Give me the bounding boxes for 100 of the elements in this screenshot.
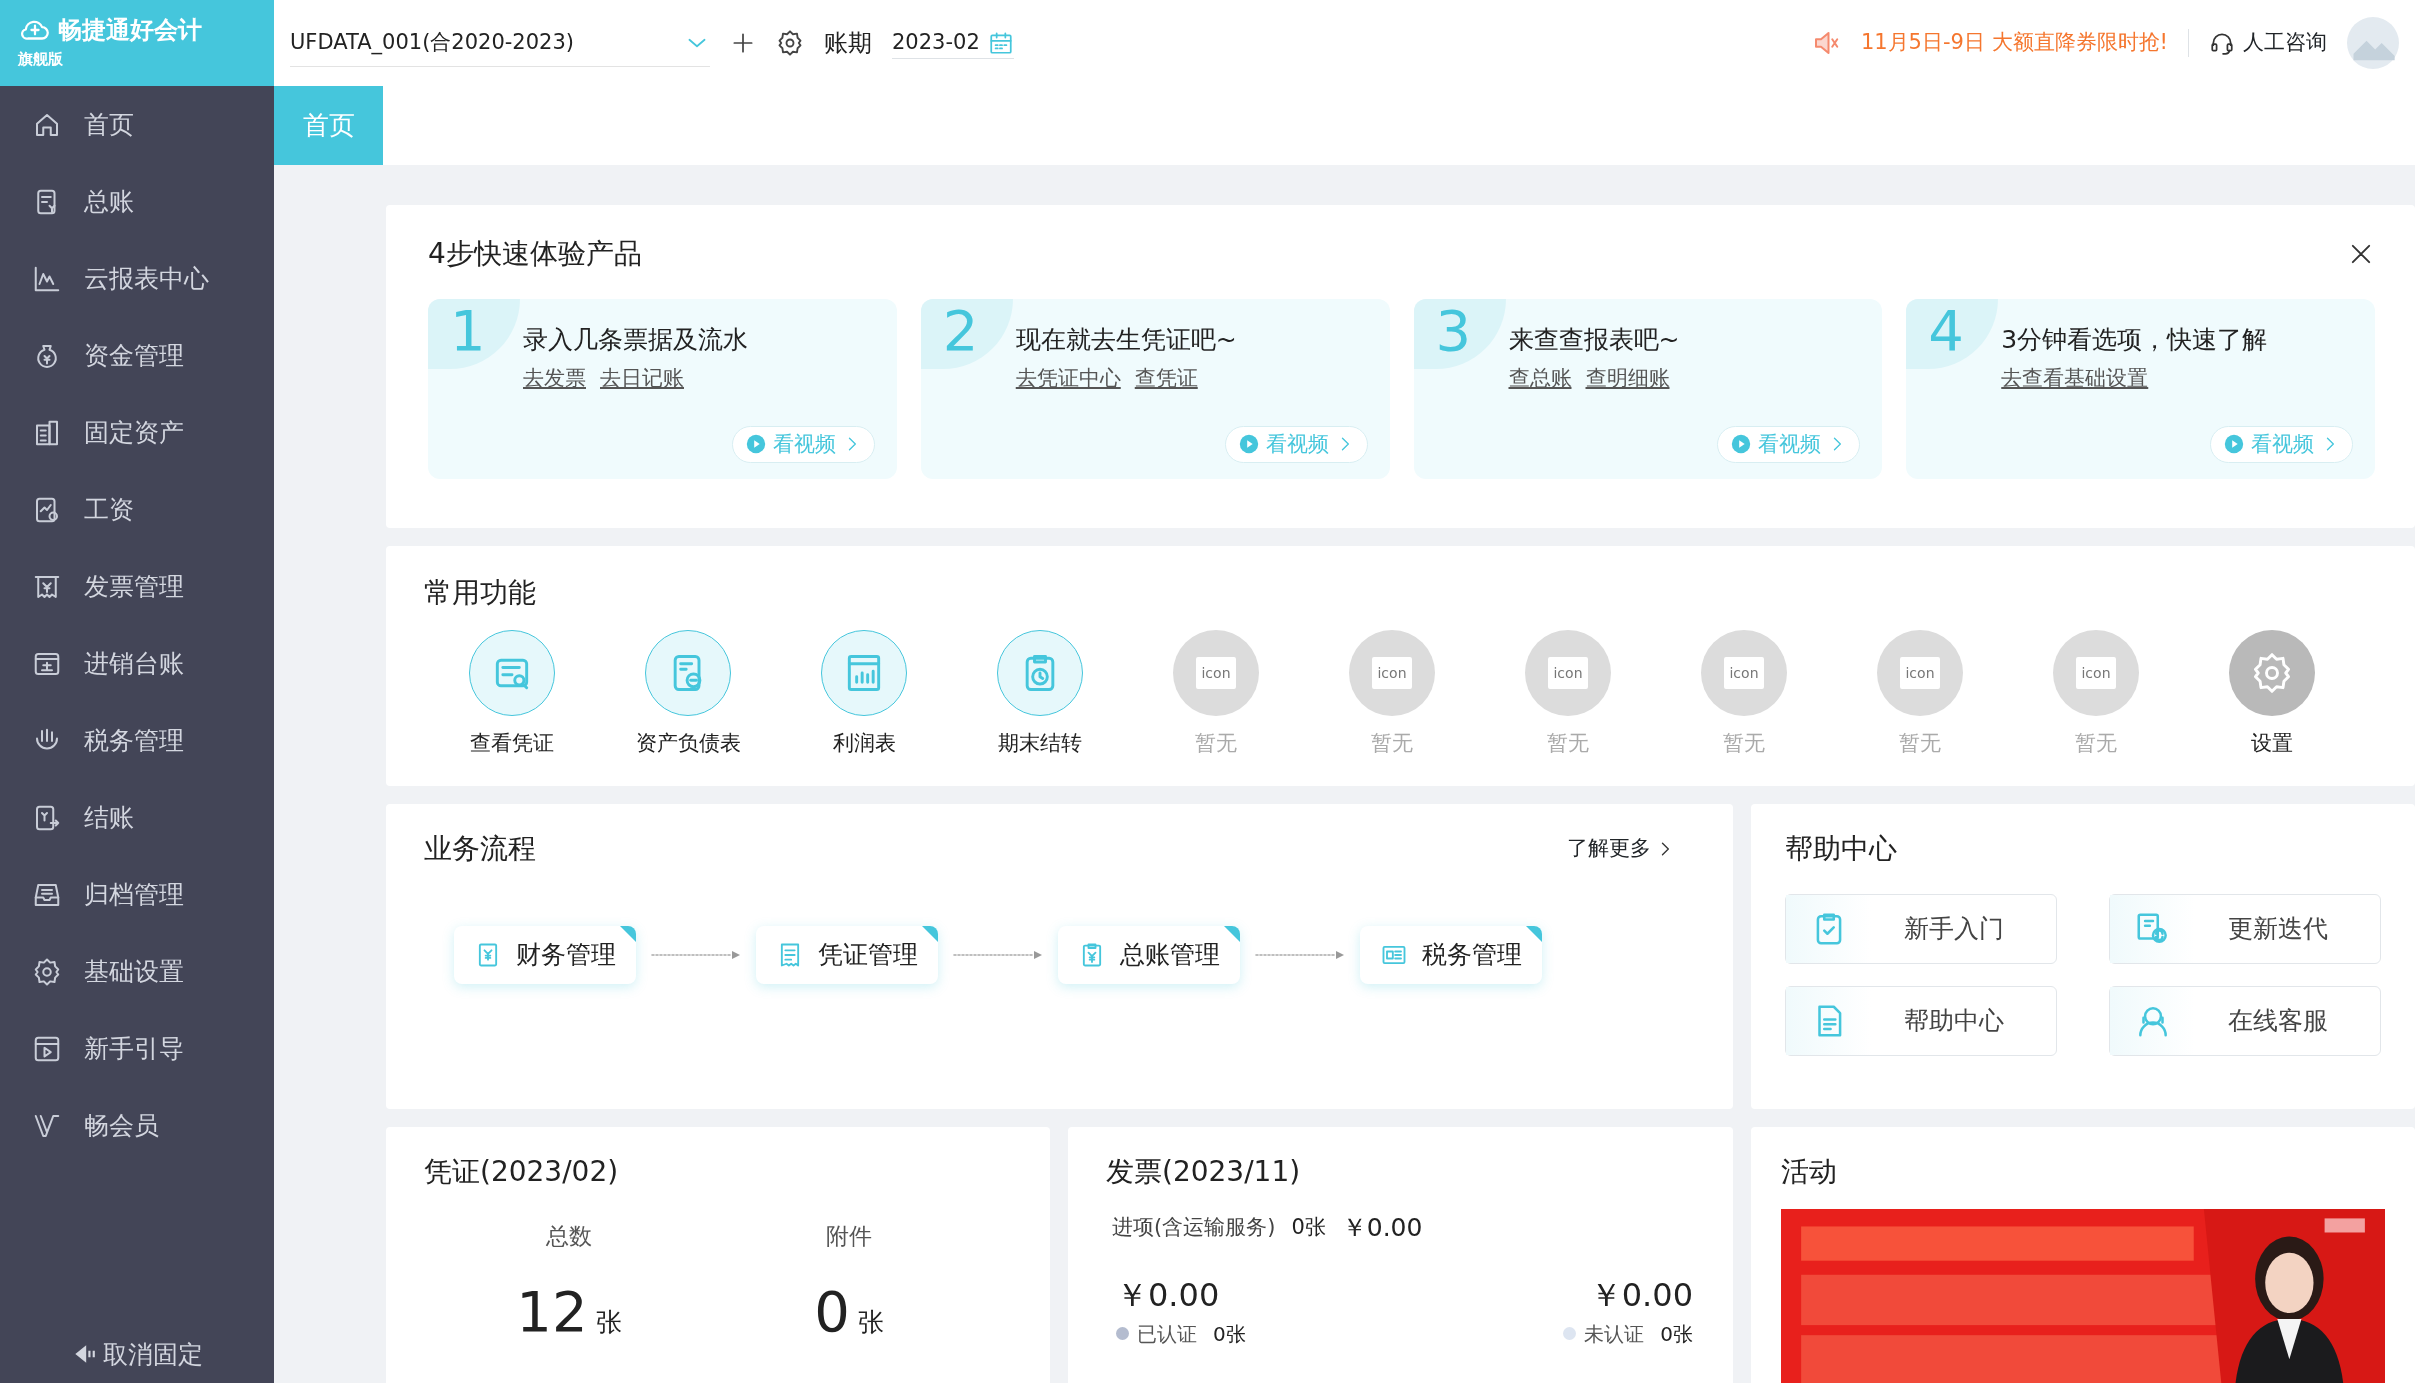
function-label: 暂无 xyxy=(1371,730,1413,757)
flow-node-label: 财务管理 xyxy=(516,939,616,971)
help-button[interactable]: 帮助中心 xyxy=(1785,986,2057,1056)
input-tax-label: 进项(含运输服务) xyxy=(1112,1214,1276,1241)
function-item[interactable]: 利润表 xyxy=(776,630,952,760)
function-label: 期末结转 xyxy=(998,730,1082,757)
step-number: 4 xyxy=(1906,299,1999,369)
sidebar-item[interactable]: 首页 xyxy=(0,86,274,163)
invoice-status: 已认证 xyxy=(1137,1320,1197,1348)
function-item[interactable]: icon 暂无 xyxy=(1128,630,1304,760)
function-item[interactable]: 设置 xyxy=(2184,630,2360,760)
help-button[interactable]: 更新迭代 xyxy=(2109,894,2381,964)
period-label: 账期 xyxy=(824,28,872,59)
flow-node[interactable]: 总账管理 xyxy=(1058,926,1240,984)
input-tax-count: 0张 xyxy=(1291,1214,1326,1241)
step-link[interactable]: 去查看基础设置 xyxy=(2001,365,2149,390)
sidebar-item[interactable]: 进销台账 xyxy=(0,625,274,702)
function-item[interactable]: icon 暂无 xyxy=(1832,630,2008,760)
flow-node[interactable]: 财务管理 xyxy=(454,926,636,984)
function-item[interactable]: 期末结转 xyxy=(952,630,1128,760)
invoice-amount: ￥0.00 xyxy=(1589,1274,1693,1316)
function-label: 暂无 xyxy=(1547,730,1589,757)
function-item[interactable]: icon 暂无 xyxy=(1480,630,1656,760)
learn-more-link[interactable]: 了解更多 xyxy=(1567,833,1675,865)
unpin-link[interactable]: 取消固定 xyxy=(71,1321,203,1383)
stat-unit: 张 xyxy=(857,1305,884,1339)
invoice-status: 未认证 xyxy=(1584,1320,1645,1348)
stat-unit: 张 xyxy=(595,1305,622,1339)
stat-label: 总数 xyxy=(546,1222,592,1251)
sidebar-item[interactable]: 归档管理 xyxy=(0,856,274,933)
step-number: 1 xyxy=(428,299,520,369)
step-title: 现在就去生凭证吧~ xyxy=(1015,324,1238,356)
placeholder-icon: icon xyxy=(1372,657,1412,689)
edition-label: 旗舰版 xyxy=(18,49,64,70)
help-button[interactable]: 在线客服 xyxy=(2109,986,2381,1056)
sidebar-item[interactable]: 固定资产 xyxy=(0,394,274,471)
function-item[interactable]: 查看凭证 xyxy=(424,630,600,760)
function-item[interactable]: icon 暂无 xyxy=(1304,630,1480,760)
play-icon xyxy=(1237,433,1260,456)
play-icon xyxy=(2223,433,2245,456)
calendar-icon xyxy=(987,29,1014,56)
sidebar-item[interactable]: 发票管理 xyxy=(0,548,274,625)
settings-icon xyxy=(776,29,804,57)
flow-node-label: 税务管理 xyxy=(1422,939,1522,971)
period-field[interactable]: 2023-02 xyxy=(892,26,1014,60)
flow-node-label: 总账管理 xyxy=(1120,939,1220,971)
invoice-amount: ￥0.00 xyxy=(1116,1274,1220,1316)
step-title: 3分钟看选项，快速了解 xyxy=(2001,324,2269,356)
step-title: 来查查报表吧~ xyxy=(1508,324,1681,356)
period-value: 2023-02 xyxy=(892,28,980,56)
function-item[interactable]: 资产负债表 xyxy=(600,630,776,760)
sidebar-item[interactable]: 基础设置 xyxy=(0,933,274,1010)
sidebar-item[interactable]: 新手引导 xyxy=(0,1010,274,1087)
step-link[interactable]: 查明细账 xyxy=(1585,365,1670,390)
flow-node-label: 凭证管理 xyxy=(818,939,918,971)
function-label: 利润表 xyxy=(832,730,896,757)
flow-node[interactable]: 凭证管理 xyxy=(756,926,938,984)
sidebar-item[interactable]: 税务管理 xyxy=(0,702,274,779)
step-link[interactable]: 查凭证 xyxy=(1134,365,1198,390)
placeholder-icon: icon xyxy=(1724,657,1764,689)
step-title: 录入几条票据及流水 xyxy=(523,324,749,356)
step-number: 2 xyxy=(920,299,1013,369)
function-label: 暂无 xyxy=(1195,730,1237,757)
step-number: 3 xyxy=(1413,299,1506,369)
account-name: UFDATA_001(合2020-2023) xyxy=(290,28,574,57)
sidebar-item[interactable]: 资金管理 xyxy=(0,317,274,394)
invoice-count: 0张 xyxy=(1213,1320,1246,1348)
logo-text: 畅捷通好会计 xyxy=(58,15,202,46)
card-title: 发票(2023/11) xyxy=(1106,1154,1302,1190)
sidebar-item[interactable]: 云报表中心 xyxy=(0,240,274,317)
function-label: 设置 xyxy=(2251,730,2293,757)
function-item[interactable]: icon 暂无 xyxy=(2008,630,2184,760)
stat-value: 0 xyxy=(814,1277,850,1346)
placeholder-icon: icon xyxy=(1196,657,1236,689)
sidebar-item[interactable]: 工资 xyxy=(0,471,274,548)
account-select[interactable]: UFDATA_001(合2020-2023) xyxy=(290,18,710,68)
step-link[interactable]: 去凭证中心 xyxy=(1015,365,1121,390)
card-title: 凭证(2023/02) xyxy=(424,1154,620,1190)
help-button[interactable]: 新手入门 xyxy=(1785,894,2057,964)
placeholder-icon: icon xyxy=(1900,657,1940,689)
flow-node[interactable]: 税务管理 xyxy=(1360,926,1542,984)
sidebar-item[interactable]: 畅会员 xyxy=(0,1087,274,1164)
settings-icon xyxy=(32,956,62,987)
step-link[interactable]: 去日记账 xyxy=(600,365,684,390)
step-link[interactable]: 去发票 xyxy=(523,365,586,390)
card-title: 帮助中心 xyxy=(1785,831,1898,867)
function-item[interactable]: icon 暂无 xyxy=(1656,630,1832,760)
invoice-count: 0张 xyxy=(1660,1320,1693,1348)
function-label: 暂无 xyxy=(2075,730,2117,757)
play-icon xyxy=(1730,433,1753,456)
function-label: 查看凭证 xyxy=(470,730,554,757)
support-link[interactable]: 人工咨询 xyxy=(2209,27,2327,59)
sidebar-item[interactable]: 结账 xyxy=(0,779,274,856)
step-link[interactable]: 查总账 xyxy=(1508,365,1572,390)
play-icon xyxy=(744,433,767,456)
stat-label: 附件 xyxy=(826,1222,872,1251)
function-label: 暂无 xyxy=(1899,730,1941,757)
card-title: 活动 xyxy=(1781,1154,1838,1190)
sidebar-item[interactable]: 总账 xyxy=(0,163,274,240)
placeholder-icon: icon xyxy=(2076,657,2116,689)
